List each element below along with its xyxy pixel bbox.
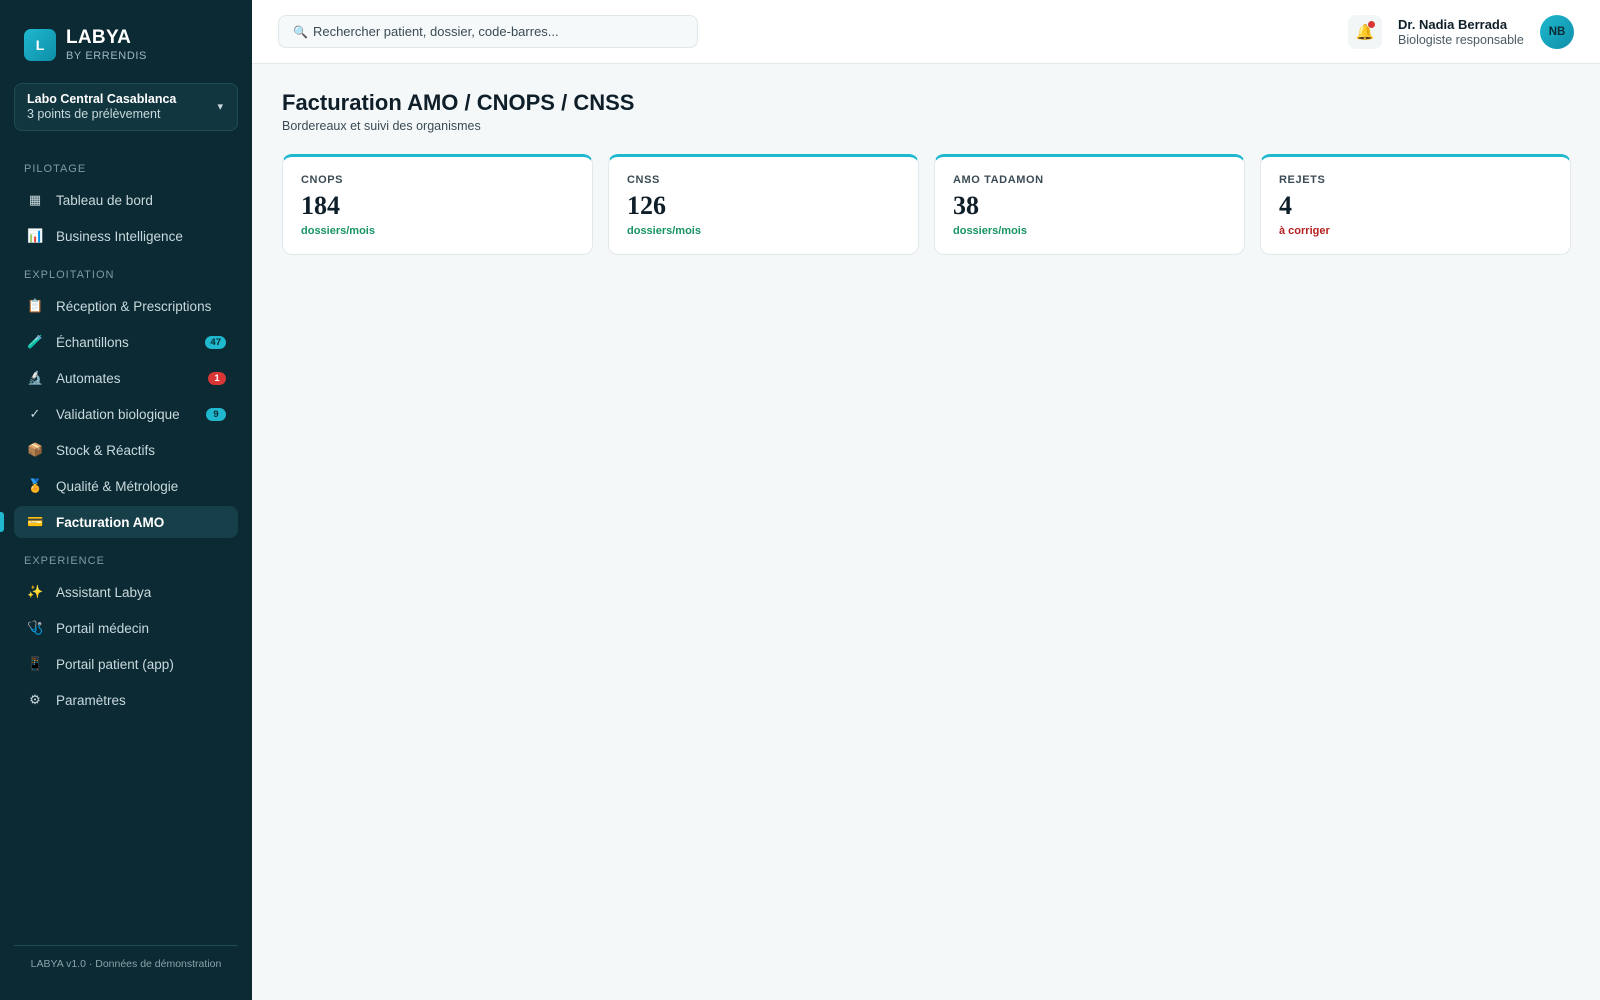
lab-subtitle: 3 points de prélèvement (27, 107, 161, 121)
page-title: Facturation AMO / CNOPS / CNSS (282, 90, 635, 115)
alert-badge: 1 (208, 372, 226, 385)
avatar[interactable]: NB (1540, 15, 1574, 49)
chevron-down-icon: ▾ (217, 101, 223, 113)
brand-text: LABYA BY ERRENDIS (66, 27, 147, 63)
lab-name: Labo Central Casablanca (27, 92, 177, 106)
sidebar-item-label: Qualité & Métrologie (56, 478, 179, 494)
mobile-phone-icon: 📱 (27, 656, 44, 671)
sidebar-item-label: Tableau de bord (56, 192, 153, 208)
test-tube-icon: 🧪 (27, 334, 44, 349)
check-icon: ✓ (29, 406, 41, 421)
section-title-exploitation: EXPLOITATION (24, 269, 115, 281)
user-name: Dr. Nadia Berrada (1398, 17, 1508, 32)
credit-card-icon: 💳 (27, 514, 44, 529)
sidebar-item-portail-medecin[interactable]: 🩺 Portail médecin (14, 612, 238, 644)
sidebar-item-qualite-metrologie[interactable]: 🏅 Qualité & Métrologie (14, 470, 238, 502)
user-role: Biologiste responsable (1398, 33, 1524, 47)
sidebar-item-facturation-amo[interactable]: 💳 Facturation AMO (14, 506, 238, 538)
sidebar-item-label: Stock & Réactifs (56, 442, 156, 458)
sidebar-item-reception-prescriptions[interactable]: 📋 Réception & Prescriptions (14, 290, 238, 322)
sidebar-item-label: Assistant Labya (56, 584, 152, 600)
sidebar-item-automates[interactable]: 🔬 Automates 1 (14, 362, 238, 394)
user-info: Dr. Nadia Berrada Biologiste responsable (1398, 17, 1524, 47)
microscope-icon: 🔬 (27, 370, 44, 385)
lab-selector[interactable]: Labo Central Casablanca 3 points de prél… (14, 83, 238, 131)
search-icon: 🔍 (293, 24, 308, 39)
brand-name: LABYA (66, 27, 132, 48)
sidebar-item-label: Échantillons (56, 334, 129, 350)
sidebar-item-echantillons[interactable]: 🧪 Échantillons 47 (14, 326, 238, 358)
count-badge: 9 (206, 408, 226, 421)
sidebar-item-label: Validation biologique (56, 406, 180, 422)
brand-subtitle: BY ERRENDIS (66, 50, 147, 62)
sidebar-item-label: Portail patient (app) (56, 656, 174, 672)
sidebar-footer: LABYA v1.0 · Données de démonstration (14, 945, 238, 970)
stat-card-note: à corriger (1279, 225, 1330, 237)
package-icon: 📦 (27, 442, 44, 457)
search-input[interactable] (312, 24, 683, 39)
bar-chart-icon: 📊 (27, 228, 44, 243)
sidebar-item-label: Réception & Prescriptions (56, 298, 212, 314)
gear-icon: ⚙ (29, 692, 41, 707)
stat-card-rejets: REJETS 4 à corriger (1260, 154, 1571, 255)
topbar: 🔍 🔔 Dr. Nadia Berrada Biologiste respons… (252, 0, 1600, 64)
sidebar-item-validation-biologique[interactable]: ✓ Validation biologique 9 (14, 398, 238, 430)
brand-logo: L (24, 29, 56, 61)
sparkles-icon: ✨ (27, 584, 44, 599)
sidebar-item-tableau-de-bord[interactable]: ▦ Tableau de bord (14, 184, 238, 216)
sidebar-item-stock-reactifs[interactable]: 📦 Stock & Réactifs (14, 434, 238, 466)
sidebar-item-business-intelligence[interactable]: 📊 Business Intelligence (14, 220, 238, 252)
stat-card-label: REJETS (1279, 174, 1326, 186)
stat-card-note: dossiers/mois (301, 225, 375, 237)
stat-card-label: AMO TADAMON (953, 174, 1044, 186)
stat-card-cnss: CNSS 126 dossiers/mois (608, 154, 919, 255)
stat-card-note: dossiers/mois (627, 225, 701, 237)
section-title-experience: EXPERIENCE (24, 555, 105, 567)
sidebar-item-label: Business Intelligence (56, 228, 183, 244)
notifications-button[interactable]: 🔔 (1348, 15, 1382, 49)
medal-icon: 🏅 (27, 478, 44, 493)
stat-card-value: 38 (953, 191, 979, 220)
count-badge: 47 (205, 336, 226, 349)
sidebar-item-label: Facturation AMO (56, 514, 165, 530)
sidebar-item-label: Automates (56, 370, 121, 386)
stat-card-note: dossiers/mois (953, 225, 1027, 237)
stat-card-amo-tadamon: AMO TADAMON 38 dossiers/mois (934, 154, 1245, 255)
stethoscope-icon: 🩺 (27, 620, 44, 635)
search-box[interactable]: 🔍 (278, 15, 698, 48)
sidebar: L LABYA BY ERRENDIS Labo Central Casabla… (0, 0, 252, 1000)
sidebar-item-parametres[interactable]: ⚙ Paramètres (14, 684, 238, 716)
notification-dot (1368, 21, 1375, 28)
page-subtitle: Bordereaux et suivi des organismes (282, 119, 481, 133)
clipboard-icon: 📋 (27, 298, 44, 313)
stat-card-cnops: CNOPS 184 dossiers/mois (282, 154, 593, 255)
brand[interactable]: L LABYA BY ERRENDIS (24, 28, 147, 62)
section-title-pilotage: PILOTAGE (24, 163, 87, 175)
sidebar-item-portail-patient[interactable]: 📱 Portail patient (app) (14, 648, 238, 680)
grid-icon: ▦ (28, 192, 42, 207)
sidebar-item-label: Paramètres (56, 692, 126, 708)
stat-card-label: CNOPS (301, 174, 344, 186)
active-indicator (0, 512, 4, 532)
sidebar-item-label: Portail médecin (56, 620, 150, 636)
sidebar-item-assistant-labya[interactable]: ✨ Assistant Labya (14, 576, 238, 608)
stat-card-value: 126 (627, 191, 666, 220)
stat-card-label: CNSS (627, 174, 660, 186)
stat-card-value: 4 (1279, 191, 1292, 220)
stat-card-value: 184 (301, 191, 340, 220)
